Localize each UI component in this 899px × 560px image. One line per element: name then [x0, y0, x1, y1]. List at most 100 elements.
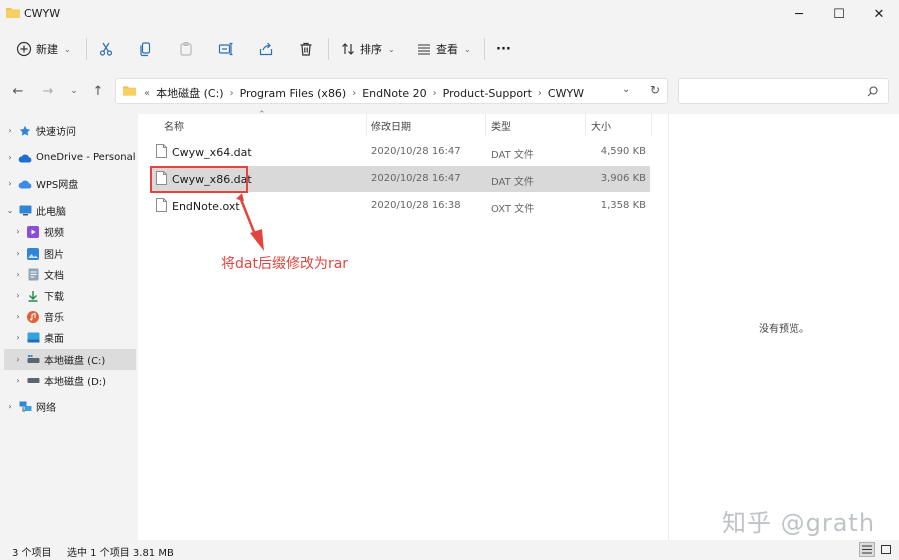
sidebar-item-videos[interactable]: › 视频 [12, 221, 136, 242]
chevron-right-icon[interactable]: › [226, 88, 238, 99]
chevron-down-icon: ⌄ [70, 86, 78, 96]
computer-icon [18, 205, 32, 217]
chevron-right-icon[interactable]: › [4, 179, 16, 188]
chevron-right-icon[interactable]: › [12, 312, 24, 321]
cut-button[interactable] [98, 36, 114, 62]
chevron-right-icon[interactable]: › [12, 355, 24, 364]
sidebar-item-label: 图片 [44, 250, 64, 261]
paste-button[interactable] [178, 36, 194, 62]
column-header-date[interactable]: 修改日期 [371, 118, 411, 133]
address-history-chevron-icon[interactable]: ⌄ [622, 84, 630, 95]
desktop-icon [26, 332, 40, 344]
column-header-size[interactable]: 大小 [591, 118, 611, 133]
annotation-arrow-icon [236, 193, 264, 251]
sidebar-item-label: 本地磁盘 (D:) [44, 377, 107, 388]
chevron-right-icon[interactable]: › [12, 227, 24, 236]
new-label: 新建 [36, 43, 58, 56]
overflow-chevron[interactable]: « [140, 88, 154, 99]
window-title: CWYW [24, 7, 61, 20]
rename-button[interactable] [218, 36, 234, 62]
chevron-down-icon: ⌄ [388, 44, 395, 54]
drive-icon [26, 354, 40, 366]
minimize-button[interactable]: ─ [779, 0, 819, 28]
network-icon [18, 401, 32, 413]
table-row[interactable]: Cwyw_x64.dat 2020/10/28 16:47 DAT 文件 4,5… [150, 139, 650, 165]
breadcrumb-item[interactable]: Program Files (x86) [238, 87, 349, 100]
item-count: 3 个项目 [12, 548, 52, 559]
column-divider[interactable] [366, 114, 367, 136]
sidebar-item-drive-d[interactable]: › 本地磁盘 (D:) [12, 370, 136, 391]
minimize-icon: ─ [795, 6, 803, 22]
chevron-right-icon[interactable]: › [12, 249, 24, 258]
music-icon [26, 310, 40, 323]
chevron-right-icon[interactable]: › [429, 88, 441, 99]
file-size: 1,358 KB [600, 200, 646, 211]
sidebar-item-pictures[interactable]: › 图片 [12, 243, 136, 264]
copy-button[interactable] [138, 36, 154, 62]
arrow-right-icon: → [42, 83, 54, 99]
close-button[interactable]: ✕ [859, 0, 899, 28]
view-label: 查看 [436, 43, 458, 56]
sidebar-item-drive-c[interactable]: › 本地磁盘 (C:) [4, 349, 136, 370]
search-input[interactable] [678, 78, 889, 104]
breadcrumb-item[interactable]: 本地磁盘 (C:) [154, 85, 225, 101]
tiles-view-button[interactable] [879, 542, 893, 557]
column-header-type[interactable]: 类型 [491, 118, 511, 133]
view-button[interactable]: 查看 ⌄ [416, 36, 471, 62]
forward-button[interactable]: → [36, 79, 60, 103]
sidebar-item-onedrive[interactable]: › OneDrive - Personal [4, 147, 136, 168]
sidebar-item-wps[interactable]: › WPS网盘 [4, 173, 136, 194]
watermark-text: 知乎 @grath [722, 509, 876, 537]
sidebar-item-label: 下载 [44, 292, 64, 303]
new-button[interactable]: 新建 ⌄ [16, 36, 71, 62]
chevron-down-icon[interactable]: ⌄ [4, 206, 16, 215]
chevron-right-icon[interactable]: › [4, 126, 16, 135]
sidebar-item-music[interactable]: › 音乐 [12, 306, 136, 327]
status-bar: 3 个项目 选中 1 个项目 3.81 MB [0, 540, 899, 560]
up-button[interactable]: ↑ [86, 79, 110, 103]
breadcrumb-item[interactable]: EndNote 20 [360, 87, 428, 100]
cloud-icon [18, 152, 32, 164]
sidebar-item-quick-access[interactable]: › 快速访问 [4, 120, 136, 141]
sidebar-item-network[interactable]: › 网络 [4, 396, 136, 417]
chevron-right-icon[interactable]: › [12, 376, 24, 385]
sidebar-item-label: 本地磁盘 (C:) [44, 356, 106, 367]
column-divider[interactable] [651, 114, 652, 136]
column-divider[interactable] [485, 114, 486, 136]
back-button[interactable]: ← [6, 79, 30, 103]
sidebar-item-label: 视频 [44, 228, 64, 239]
sidebar-item-label: OneDrive - Personal [36, 152, 136, 163]
recent-locations-button[interactable]: ⌄ [62, 79, 86, 103]
column-header-name[interactable]: 名称 [164, 118, 184, 133]
view-list-icon [418, 44, 430, 55]
address-bar[interactable]: « 本地磁盘 (C:) › Program Files (x86) › EndN… [115, 78, 668, 104]
column-divider[interactable] [585, 114, 586, 136]
chevron-right-icon[interactable]: › [348, 88, 360, 99]
chevron-right-icon[interactable]: › [4, 402, 16, 411]
chevron-right-icon[interactable]: › [12, 270, 24, 279]
sidebar-item-documents[interactable]: › 文档 [12, 264, 136, 285]
chevron-right-icon[interactable]: › [534, 88, 546, 99]
chevron-right-icon[interactable]: › [12, 333, 24, 342]
file-name: EndNote.oxt [172, 200, 240, 213]
breadcrumb-item[interactable]: CWYW [546, 87, 586, 100]
sidebar-item-downloads[interactable]: › 下载 [12, 285, 136, 306]
delete-button[interactable] [298, 36, 314, 62]
cloud-icon [18, 178, 32, 190]
maximize-button[interactable]: ☐ [819, 0, 859, 28]
breadcrumb-item[interactable]: Product-Support [441, 87, 534, 100]
tiles-view-icon [881, 545, 891, 554]
chevron-right-icon[interactable]: › [12, 291, 24, 300]
chevron-down-icon: ⌄ [64, 44, 71, 54]
chevron-right-icon[interactable]: › [4, 153, 16, 162]
sort-button[interactable]: 排序 ⌄ [340, 36, 395, 62]
refresh-icon[interactable]: ↻ [650, 83, 660, 97]
sidebar-item-desktop[interactable]: › 桌面 [12, 327, 136, 348]
table-row[interactable]: EndNote.oxt 2020/10/28 16:38 OXT 文件 1,35… [150, 193, 650, 219]
file-size: 3,906 KB [600, 173, 646, 184]
share-button[interactable] [258, 36, 274, 62]
selection-info: 选中 1 个项目 3.81 MB [67, 548, 174, 559]
more-button[interactable]: ··· [496, 36, 511, 62]
details-view-button[interactable] [859, 542, 875, 557]
sidebar-item-this-pc[interactable]: ⌄ 此电脑 [4, 200, 136, 221]
